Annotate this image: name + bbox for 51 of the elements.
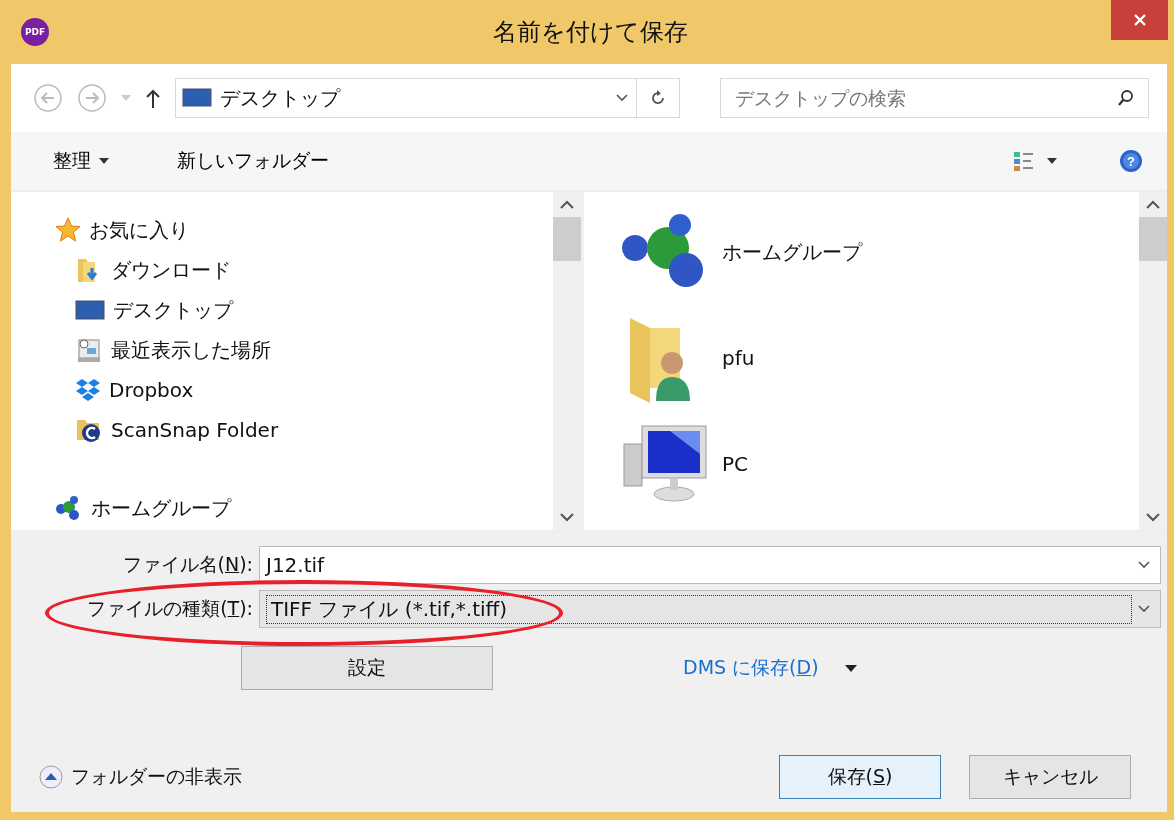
chevron-down-icon[interactable] bbox=[616, 94, 628, 102]
collapse-up-icon[interactable] bbox=[39, 765, 63, 789]
save-button[interactable]: 保存(S) bbox=[779, 755, 941, 799]
nav-item[interactable]: ScanSnap Folder bbox=[11, 410, 553, 450]
file-type-dropdown[interactable]: TIFF ファイル (*.tif,*.tiff) bbox=[259, 590, 1161, 628]
search-icon[interactable] bbox=[1117, 89, 1135, 107]
scroll-up-icon[interactable] bbox=[1146, 200, 1160, 209]
cancel-button[interactable]: キャンセル bbox=[969, 755, 1131, 799]
organize-menu-button[interactable]: 整理 bbox=[41, 148, 121, 174]
chevron-down-icon[interactable] bbox=[1138, 605, 1150, 613]
close-button[interactable] bbox=[1111, 0, 1168, 40]
scrollbar-thumb[interactable] bbox=[1139, 217, 1167, 261]
new-folder-button[interactable]: 新しいフォルダー bbox=[165, 148, 341, 174]
help-icon[interactable]: ? bbox=[1119, 149, 1143, 173]
nav-item[interactable]: ホームグループ bbox=[11, 488, 553, 528]
star-icon bbox=[55, 217, 81, 243]
refresh-icon[interactable] bbox=[650, 89, 666, 107]
window-title: 名前を付けて保存 bbox=[492, 17, 688, 48]
file-name-label: ファイル名(N): bbox=[121, 552, 254, 577]
caret-icon[interactable] bbox=[99, 158, 109, 164]
close-icon[interactable] bbox=[1132, 13, 1147, 27]
dropbox-icon bbox=[75, 378, 101, 402]
nav-item[interactable]: デスクトップ bbox=[11, 290, 553, 330]
dms-save-link[interactable]: DMS に保存(D) bbox=[683, 655, 819, 681]
view-options-icon[interactable] bbox=[1013, 150, 1035, 172]
chevron-down-icon[interactable] bbox=[1138, 561, 1150, 569]
recent-places-icon bbox=[75, 336, 103, 364]
nav-item[interactable]: 最近表示した場所 bbox=[11, 330, 553, 370]
folder-item[interactable]: PC bbox=[620, 418, 1139, 510]
up-arrow-icon[interactable] bbox=[145, 88, 161, 108]
desktop-icon bbox=[182, 88, 212, 108]
computer-icon bbox=[620, 424, 710, 504]
scroll-up-icon[interactable] bbox=[560, 200, 574, 209]
file-name-field[interactable]: J12.tif bbox=[259, 546, 1161, 584]
nav-item[interactable]: お気に入り bbox=[11, 210, 553, 250]
app-badge: PDF bbox=[21, 18, 49, 46]
file-type-label: ファイルの種類(T): bbox=[86, 596, 254, 621]
folder-item[interactable]: pfu bbox=[620, 312, 1139, 404]
search-field[interactable]: デスクトップの検索 bbox=[720, 78, 1149, 118]
scrollbar-thumb[interactable] bbox=[553, 217, 581, 261]
address-bar[interactable]: デスクトップ bbox=[175, 78, 680, 118]
settings-button[interactable]: 設定 bbox=[241, 646, 493, 690]
scroll-down-icon[interactable] bbox=[560, 513, 574, 522]
desktop-icon bbox=[75, 299, 105, 321]
nav-item[interactable]: ダウンロード bbox=[11, 250, 553, 290]
nav-item[interactable]: Dropbox bbox=[11, 370, 553, 410]
scroll-down-icon[interactable] bbox=[1146, 513, 1160, 522]
dropdown-caret-icon[interactable] bbox=[1047, 158, 1057, 164]
hide-folders-link[interactable]: フォルダーの非表示 bbox=[71, 764, 242, 790]
dropdown-caret-icon[interactable] bbox=[844, 664, 857, 672]
folder-item[interactable]: ホームグループ bbox=[620, 206, 1139, 298]
